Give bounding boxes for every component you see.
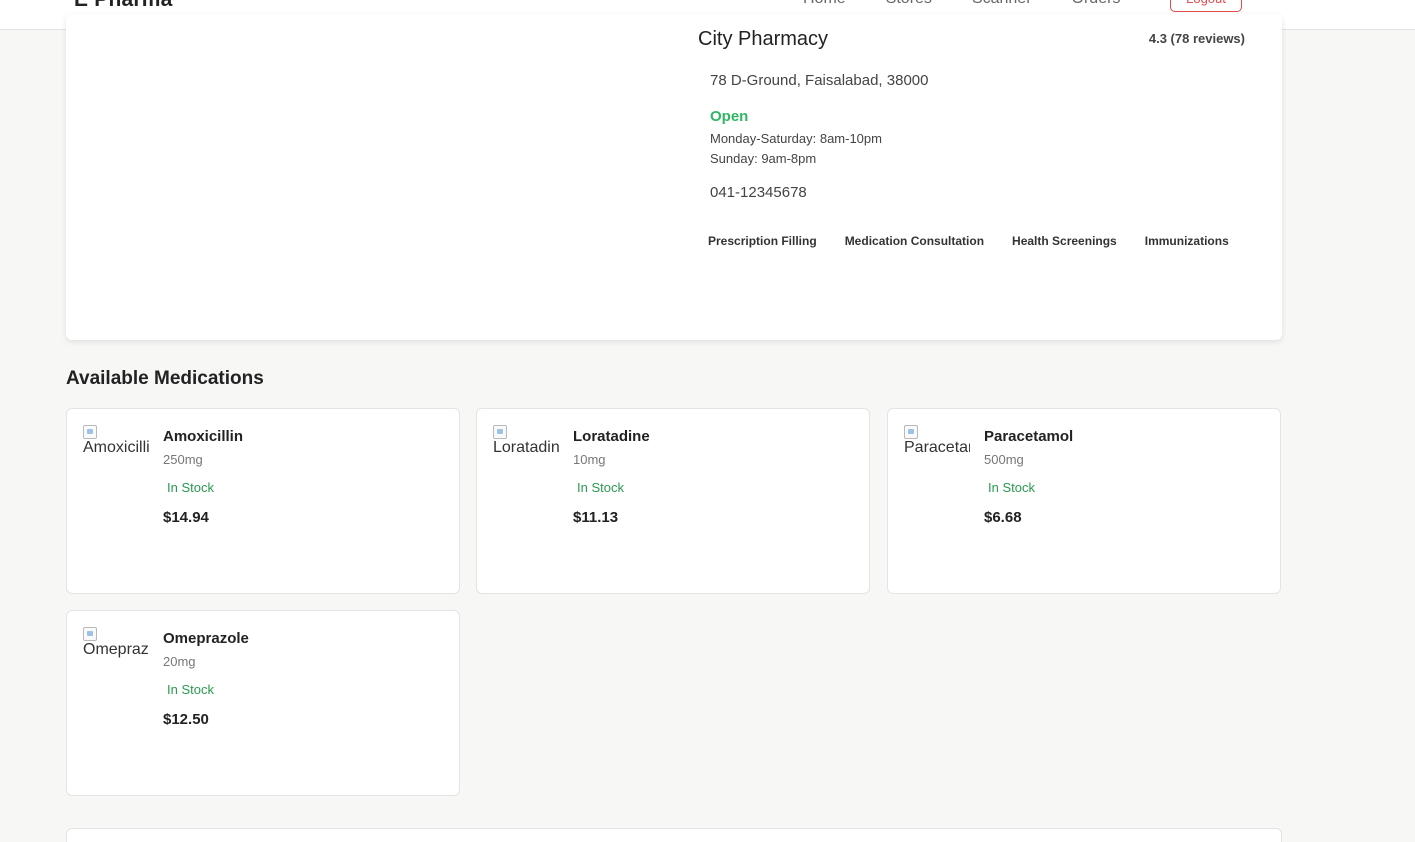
store-phone[interactable]: 041-12345678	[710, 184, 807, 201]
medication-card[interactable]: Amoxicillin Amoxicillin 250mg In Stock $…	[66, 408, 460, 594]
next-section-card	[66, 828, 1282, 842]
medication-name: Omeprazole	[163, 630, 249, 647]
medication-card[interactable]: Omeprazole Omeprazole 20mg In Stock $12.…	[66, 610, 460, 796]
medication-stock-status: In Stock	[167, 682, 214, 697]
medication-image: Paracetamol	[904, 425, 970, 463]
nav-links: Home Stores Scanner Orders	[803, 0, 1160, 8]
store-name: City Pharmacy	[698, 28, 829, 50]
medication-image: Amoxicillin	[83, 425, 149, 463]
medication-dose: 20mg	[163, 654, 196, 669]
medication-card[interactable]: Loratadine Loratadine 10mg In Stock $11.…	[476, 408, 870, 594]
service-tag: Immunizations	[1144, 234, 1229, 248]
broken-image-icon	[83, 425, 97, 439]
store-status-badge: Open	[710, 108, 749, 125]
medication-name: Paracetamol	[984, 428, 1074, 445]
medication-price: $12.50	[163, 711, 209, 728]
medication-image-alt: Amoxicillin	[83, 439, 149, 456]
brand-logo[interactable]: E Pharma	[74, 0, 172, 12]
store-rating: 4.3 (78 reviews)	[1148, 31, 1245, 46]
medication-stock-status: In Stock	[988, 480, 1035, 495]
broken-image-icon	[493, 425, 507, 439]
medication-name: Amoxicillin	[163, 428, 244, 445]
service-tag: Health Screenings	[1012, 234, 1117, 248]
medication-image-alt: Paracetamol	[904, 439, 970, 456]
nav-link-orders[interactable]: Orders	[1072, 0, 1121, 8]
nav-link-scanner[interactable]: Scanner	[972, 0, 1032, 8]
medication-image: Omeprazole	[83, 627, 149, 665]
medication-price: $14.94	[163, 509, 209, 526]
nav-link-home[interactable]: Home	[803, 0, 846, 8]
medication-dose: 10mg	[573, 452, 606, 467]
service-tag: Prescription Filling	[708, 234, 817, 248]
medication-dose: 500mg	[984, 452, 1024, 467]
nav-link-stores[interactable]: Stores	[886, 0, 932, 8]
broken-image-icon	[904, 425, 918, 439]
medication-price: $11.13	[573, 509, 619, 526]
medication-image: Loratadine	[493, 425, 559, 463]
medication-image-alt: Loratadine	[493, 439, 559, 456]
store-services-list: Prescription Filling Medication Consulta…	[708, 234, 1257, 248]
section-title-medications: Available Medications	[66, 368, 264, 389]
broken-image-icon	[83, 627, 97, 641]
medication-stock-status: In Stock	[167, 480, 214, 495]
medication-dose: 250mg	[163, 452, 203, 467]
medication-card[interactable]: Paracetamol Paracetamol 500mg In Stock $…	[887, 408, 1281, 594]
medication-stock-status: In Stock	[577, 480, 624, 495]
store-hours-sunday: Sunday: 9am-8pm	[710, 151, 817, 166]
medication-name: Loratadine	[573, 428, 650, 445]
medication-image-alt: Omeprazole	[83, 641, 149, 658]
store-details-card: City Pharmacy 4.3 (78 reviews) 78 D-Grou…	[66, 14, 1282, 340]
store-hours-weekdays: Monday-Saturday: 8am-10pm	[710, 131, 882, 146]
store-address: 78 D-Ground, Faisalabad, 38000	[710, 72, 929, 89]
medication-price: $6.68	[984, 509, 1022, 526]
logout-button[interactable]: Logout	[1170, 0, 1242, 12]
service-tag: Medication Consultation	[844, 234, 985, 248]
